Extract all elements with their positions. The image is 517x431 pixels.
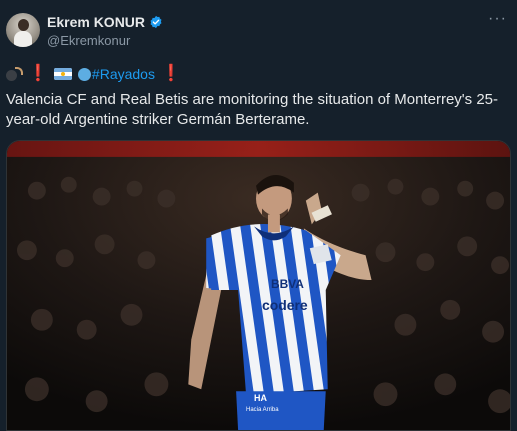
- bomb-emoji: [6, 67, 23, 81]
- avatar-head: [18, 19, 29, 31]
- shorts-text: HA: [254, 393, 267, 403]
- tweet[interactable]: Ekrem KONUR @Ekremkonur ··· ❗ #Rayados ❗…: [0, 0, 517, 431]
- tweet-prefix-line: ❗ #Rayados ❗: [6, 66, 181, 82]
- tweet-text: Valencia CF and Real Betis are monitorin…: [6, 91, 498, 128]
- jersey-sponsor-bottom: codere: [262, 297, 308, 313]
- exclamation-emoji: ❗: [28, 65, 48, 82]
- more-horizontal-icon[interactable]: ···: [488, 10, 507, 28]
- avatar[interactable]: [6, 13, 40, 47]
- jersey-sponsor-top: BBVA: [271, 277, 304, 291]
- blue-circle-emoji: [77, 67, 91, 81]
- display-name[interactable]: Ekrem KONUR: [47, 14, 145, 30]
- tweet-media[interactable]: BBVA codere HA Hacia Arriba: [6, 140, 511, 431]
- player-photo[interactable]: BBVA codere HA Hacia Arriba: [7, 141, 510, 430]
- author-name-row[interactable]: Ekrem KONUR: [47, 14, 163, 30]
- hashtag-link[interactable]: #Rayados: [92, 66, 155, 82]
- handle[interactable]: @Ekremkonur: [47, 33, 130, 48]
- verified-badge-icon: [150, 15, 162, 29]
- shorts-subtext: Hacia Arriba: [246, 407, 279, 413]
- avatar-body: [14, 31, 32, 47]
- exclamation-emoji: ❗: [160, 65, 181, 82]
- argentina-flag-emoji: [53, 68, 72, 80]
